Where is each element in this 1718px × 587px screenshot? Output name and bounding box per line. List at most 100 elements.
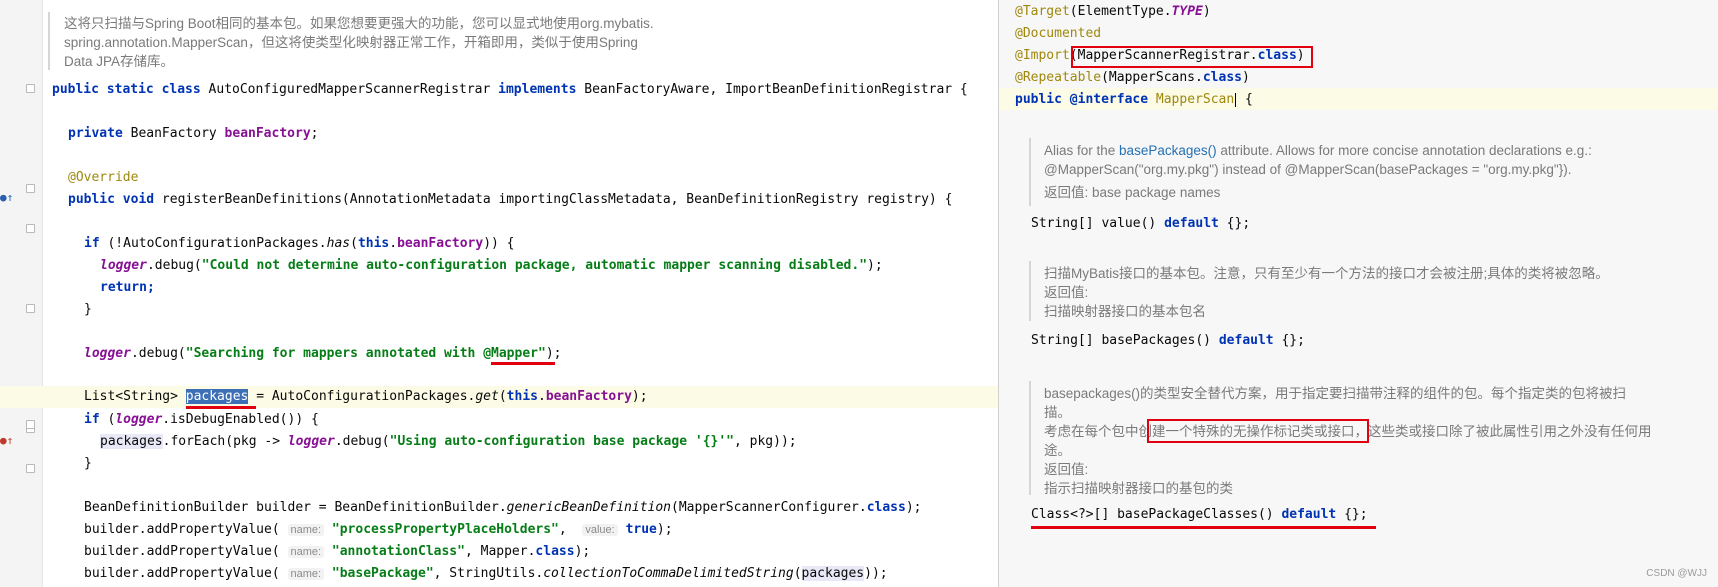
code-line-addprop[interactable]: builder.addPropertyValue( name: "annotat…	[84, 542, 590, 562]
code-line-if-debug[interactable]: if (logger.isDebugEnabled()) {	[84, 410, 319, 430]
code-text: )) {	[483, 236, 515, 251]
code-text: .	[537, 389, 546, 404]
code-text: (	[793, 566, 802, 581]
doc-comment-bar	[1029, 381, 1031, 495]
logger-ref: logger	[115, 412, 163, 427]
code-line-addprop[interactable]: builder.addPropertyValue( name: "basePac…	[84, 564, 888, 584]
code-text: Class<?>[] basePackageClasses()	[1031, 507, 1282, 522]
method-basepackageclasses[interactable]: Class<?>[] basePackageClasses() default …	[1031, 505, 1368, 525]
code-text: .debug(	[130, 346, 186, 361]
code-editor-pane[interactable]: ●↑ ●↑ 这将只扫描与Spring Boot相同的基本包。如果您想要更强大的功…	[0, 0, 998, 587]
fold-marker[interactable]	[26, 224, 35, 233]
code-line-close[interactable]: }	[84, 454, 92, 474]
red-underline-mapper	[491, 362, 555, 365]
editor-gutter[interactable]: ●↑ ●↑	[0, 0, 43, 587]
annotation-repeatable[interactable]: @Repeatable(MapperScans.class)	[1015, 68, 1250, 88]
doc-link-basepackages[interactable]: basePackages()	[1119, 143, 1217, 158]
code-text: String[] basePackages()	[1031, 333, 1219, 348]
code-line-debug[interactable]: logger.debug("Could not determine auto-c…	[100, 256, 883, 276]
code-line-override[interactable]: @Override	[68, 168, 138, 188]
class-name: AutoConfiguredMapperScannerRegistrar	[208, 82, 491, 97]
code-text: );	[631, 389, 648, 404]
interface-name: MapperScan	[1155, 92, 1235, 107]
method-name: collectionToCommaDelimitedString	[543, 566, 794, 581]
javadoc-line: @MapperScan("org.my.pkg") instead of @Ma…	[1044, 162, 1572, 177]
code-text: ,	[558, 522, 583, 537]
code-text: ));	[864, 566, 888, 581]
annotation-name: @Target	[1015, 4, 1070, 19]
code-text: ;	[310, 126, 319, 141]
code-line-addprop[interactable]: builder.addPropertyValue( name: "process…	[84, 520, 673, 540]
javadoc-line: 这将只扫描与Spring Boot相同的基本包。如果您想要更强大的功能，您可以显…	[64, 16, 654, 31]
fold-marker[interactable]	[26, 84, 35, 93]
code-text: {};	[1336, 507, 1368, 522]
code-text: BeanFactoryAware, ImportBeanDefinitionRe…	[584, 82, 968, 97]
code-text: );	[867, 258, 883, 273]
doc-text: ，这些类或接口除了被此属性引用之外没有任何用	[1354, 424, 1652, 439]
breakpoint-gutter-icon[interactable]: ●↑	[0, 434, 13, 447]
code-line-debug-search[interactable]: logger.debug("Searching for mappers anno…	[84, 344, 561, 364]
code-text: .debug(	[146, 258, 202, 273]
code-line-foreach[interactable]: packages.forEach(pkg -> logger.debug("Us…	[100, 432, 797, 452]
doc-text: attribute. Allows for more concise annot…	[1216, 143, 1592, 158]
keyword: this	[506, 389, 538, 404]
code-line-if[interactable]: if (!AutoConfigurationPackages.has(this.…	[84, 234, 515, 254]
logger-ref: logger	[100, 258, 147, 273]
type-name: BeanFactory	[130, 126, 217, 141]
code-text: (ElementType.	[1069, 4, 1172, 19]
string-literal: "basePackage"	[331, 566, 434, 581]
enum-constant: TYPE	[1171, 4, 1203, 19]
string-literal: "	[537, 346, 546, 361]
javadoc-line: 途。	[1044, 443, 1071, 458]
override-gutter-icon[interactable]: ●↑	[0, 191, 13, 204]
code-line-close[interactable]: }	[84, 300, 92, 320]
code-text: (MapperScans.	[1101, 70, 1203, 85]
annotation-documented[interactable]: @Documented	[1015, 24, 1101, 44]
javadoc-line: 返回值:	[1044, 462, 1089, 477]
fold-marker[interactable]	[26, 464, 35, 473]
keyword: default	[1218, 333, 1274, 348]
quick-documentation-popup[interactable]: @Target(ElementType.TYPE) @Documented @I…	[998, 0, 1718, 587]
string-literal: "Could not determine auto-configuration …	[201, 258, 868, 273]
javadoc-line: 扫描MyBatis接口的基本包。注意，只有至少有一个方法的接口才会被注册;具体的…	[1044, 266, 1609, 281]
code-text: builder.addPropertyValue(	[84, 522, 288, 537]
code-line-method-decl[interactable]: public void registerBeanDefinitions(Anno…	[68, 190, 952, 210]
field-name: beanFactory	[224, 126, 311, 141]
code-line-return[interactable]: return;	[100, 278, 155, 298]
method-name: genericBeanDefinition	[506, 500, 672, 515]
fold-marker[interactable]	[26, 184, 35, 193]
method-value[interactable]: String[] value() default {};	[1031, 214, 1250, 234]
doc-text: Alias for the	[1044, 143, 1120, 158]
code-text: .	[389, 236, 398, 251]
code-text: registerBeanDefinitions(AnnotationMetada…	[161, 192, 953, 207]
code-line-class-decl[interactable]: public static class AutoConfiguredMapper…	[52, 80, 968, 100]
fold-marker[interactable]	[26, 304, 35, 313]
interface-declaration[interactable]: public @interface MapperScan {	[1015, 90, 1253, 110]
javadoc-return: 返回值: base package names	[1044, 185, 1221, 200]
code-line-builder[interactable]: BeanDefinitionBuilder builder = BeanDefi…	[84, 498, 921, 518]
keyword: if	[84, 236, 100, 251]
method-basepackages[interactable]: String[] basePackages() default {};	[1031, 331, 1305, 351]
code-text: .debug(	[334, 434, 390, 449]
doc-comment-bar	[48, 12, 50, 70]
selected-variable-packages[interactable]: packages	[185, 389, 249, 404]
keyword: public static class	[52, 82, 201, 97]
logger-ref: logger	[287, 434, 335, 449]
field-name: beanFactory	[545, 389, 632, 404]
string-literal: "Searching for mappers annotated with	[185, 346, 484, 361]
code-text: = AutoConfigurationPackages.	[248, 389, 476, 404]
code-text: , Mapper.	[464, 544, 536, 559]
javadoc-line: Alias for the basePackages() attribute. …	[1044, 141, 1684, 160]
code-line-packages[interactable]: List<String> packages = AutoConfiguratio…	[84, 387, 648, 407]
keyword: default	[1164, 216, 1219, 231]
code-text: {};	[1273, 333, 1305, 348]
method-name: get	[475, 389, 499, 404]
javadoc-line: 指示扫描映射器接口的基包的类	[1044, 481, 1233, 496]
fold-marker[interactable]	[26, 420, 35, 429]
watermark: CSDN @WJJ	[1646, 568, 1707, 579]
annotation-target[interactable]: @Target(ElementType.TYPE)	[1015, 2, 1211, 22]
code-text: {	[1245, 92, 1253, 107]
doc-comment-bar	[1029, 261, 1031, 321]
code-line-field[interactable]: private BeanFactory beanFactory;	[68, 124, 318, 144]
code-text: (MapperScannerConfigurer.	[671, 500, 867, 515]
